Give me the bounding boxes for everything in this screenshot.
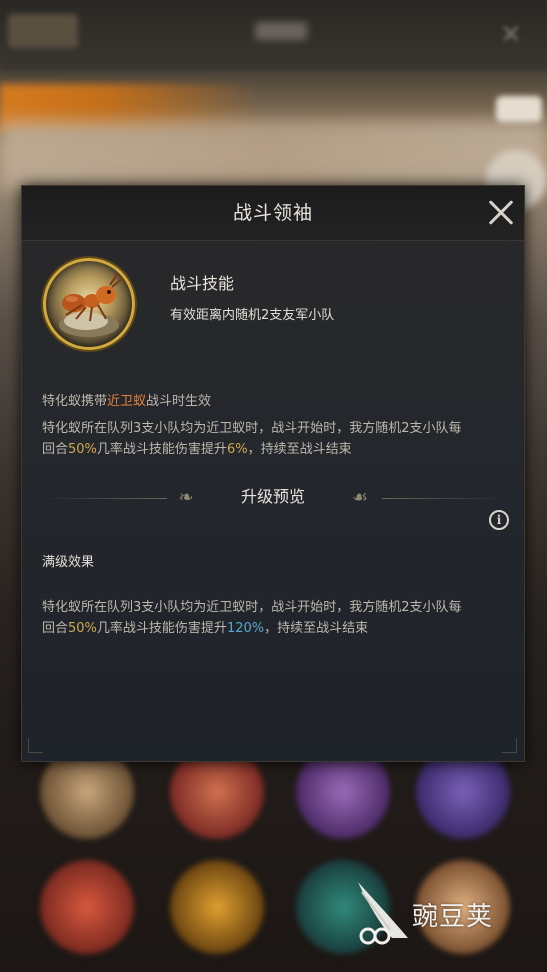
close-icon[interactable]: [484, 196, 518, 230]
background-title: [255, 22, 307, 40]
max-effect-bonus: 120%: [226, 621, 265, 636]
upgrade-preview-title: 升级预览: [240, 487, 305, 506]
activation-condition: 特化蚁携带近卫蚁战斗时生效: [42, 390, 211, 409]
effect-text: 回合: [42, 442, 69, 457]
effect-chance: 50%: [68, 442, 97, 457]
wandoujia-logo-icon: [358, 882, 408, 945]
info-icon[interactable]: i: [489, 510, 509, 530]
corner-ornament: [28, 738, 43, 753]
max-effect-chance: 50%: [68, 621, 97, 636]
fire-ant-portrait-icon: [43, 258, 135, 350]
effect-line-2: 回合50%几率战斗技能伤害提升6%，持续至战斗结束: [42, 439, 512, 460]
watermark-text: 豌豆荚: [412, 902, 494, 932]
background-pill: [496, 96, 542, 122]
watermark: 豌豆荚: [352, 878, 522, 948]
effect-text: 几率战斗技能伤害提升: [96, 621, 227, 636]
ant-icon: [59, 272, 125, 337]
background-light-band: [0, 120, 547, 190]
condition-suffix: 战斗时生效: [146, 394, 212, 409]
max-effect-text: 特化蚁所在队列3支小队均为近卫蚁时，战斗开始时，我方随机2支小队每 回合50%几…: [42, 597, 512, 639]
background-unit-icon: [170, 860, 264, 954]
skill-dialog: 战斗领袖 战斗技能 有效距离内随机2支友军小队 特化蚁携带近卫蚁战斗时生效 特化…: [21, 185, 525, 762]
skill-name: 战斗技能: [170, 274, 235, 293]
skill-description: 有效距离内随机2支友军小队: [170, 308, 335, 323]
effect-text: 回合: [42, 621, 69, 636]
laurel-right-icon: ☙: [351, 487, 369, 508]
effect-line-1: 特化蚁所在队列3支小队均为近卫蚁时，战斗开始时，我方随机2支小队每: [42, 421, 462, 436]
background-back-button: [8, 14, 78, 48]
condition-prefix: 特化蚁携带: [42, 394, 108, 409]
current-effect-text: 特化蚁所在队列3支小队均为近卫蚁时，战斗开始时，我方随机2支小队每 回合50%几…: [42, 418, 512, 460]
max-effect-line-2: 回合50%几率战斗技能伤害提升120%，持续至战斗结束: [42, 618, 512, 639]
background-close-icon: ✕: [500, 20, 522, 50]
effect-text: 几率战斗技能伤害提升: [96, 442, 227, 457]
divider-right: [382, 498, 507, 499]
background-unit-icon: [40, 860, 134, 954]
effect-text: ，持续至战斗结束: [247, 442, 352, 457]
dialog-title: 战斗领袖: [232, 202, 313, 224]
max-effect-line-1: 特化蚁所在队列3支小队均为近卫蚁时，战斗开始时，我方随机2支小队每: [42, 600, 462, 615]
effect-text: ，持续至战斗结束: [264, 621, 369, 636]
corner-ornament: [502, 738, 517, 753]
condition-highlight: 近卫蚁: [107, 394, 147, 409]
max-level-label: 满级效果: [42, 555, 95, 570]
effect-bonus: 6%: [226, 442, 248, 457]
